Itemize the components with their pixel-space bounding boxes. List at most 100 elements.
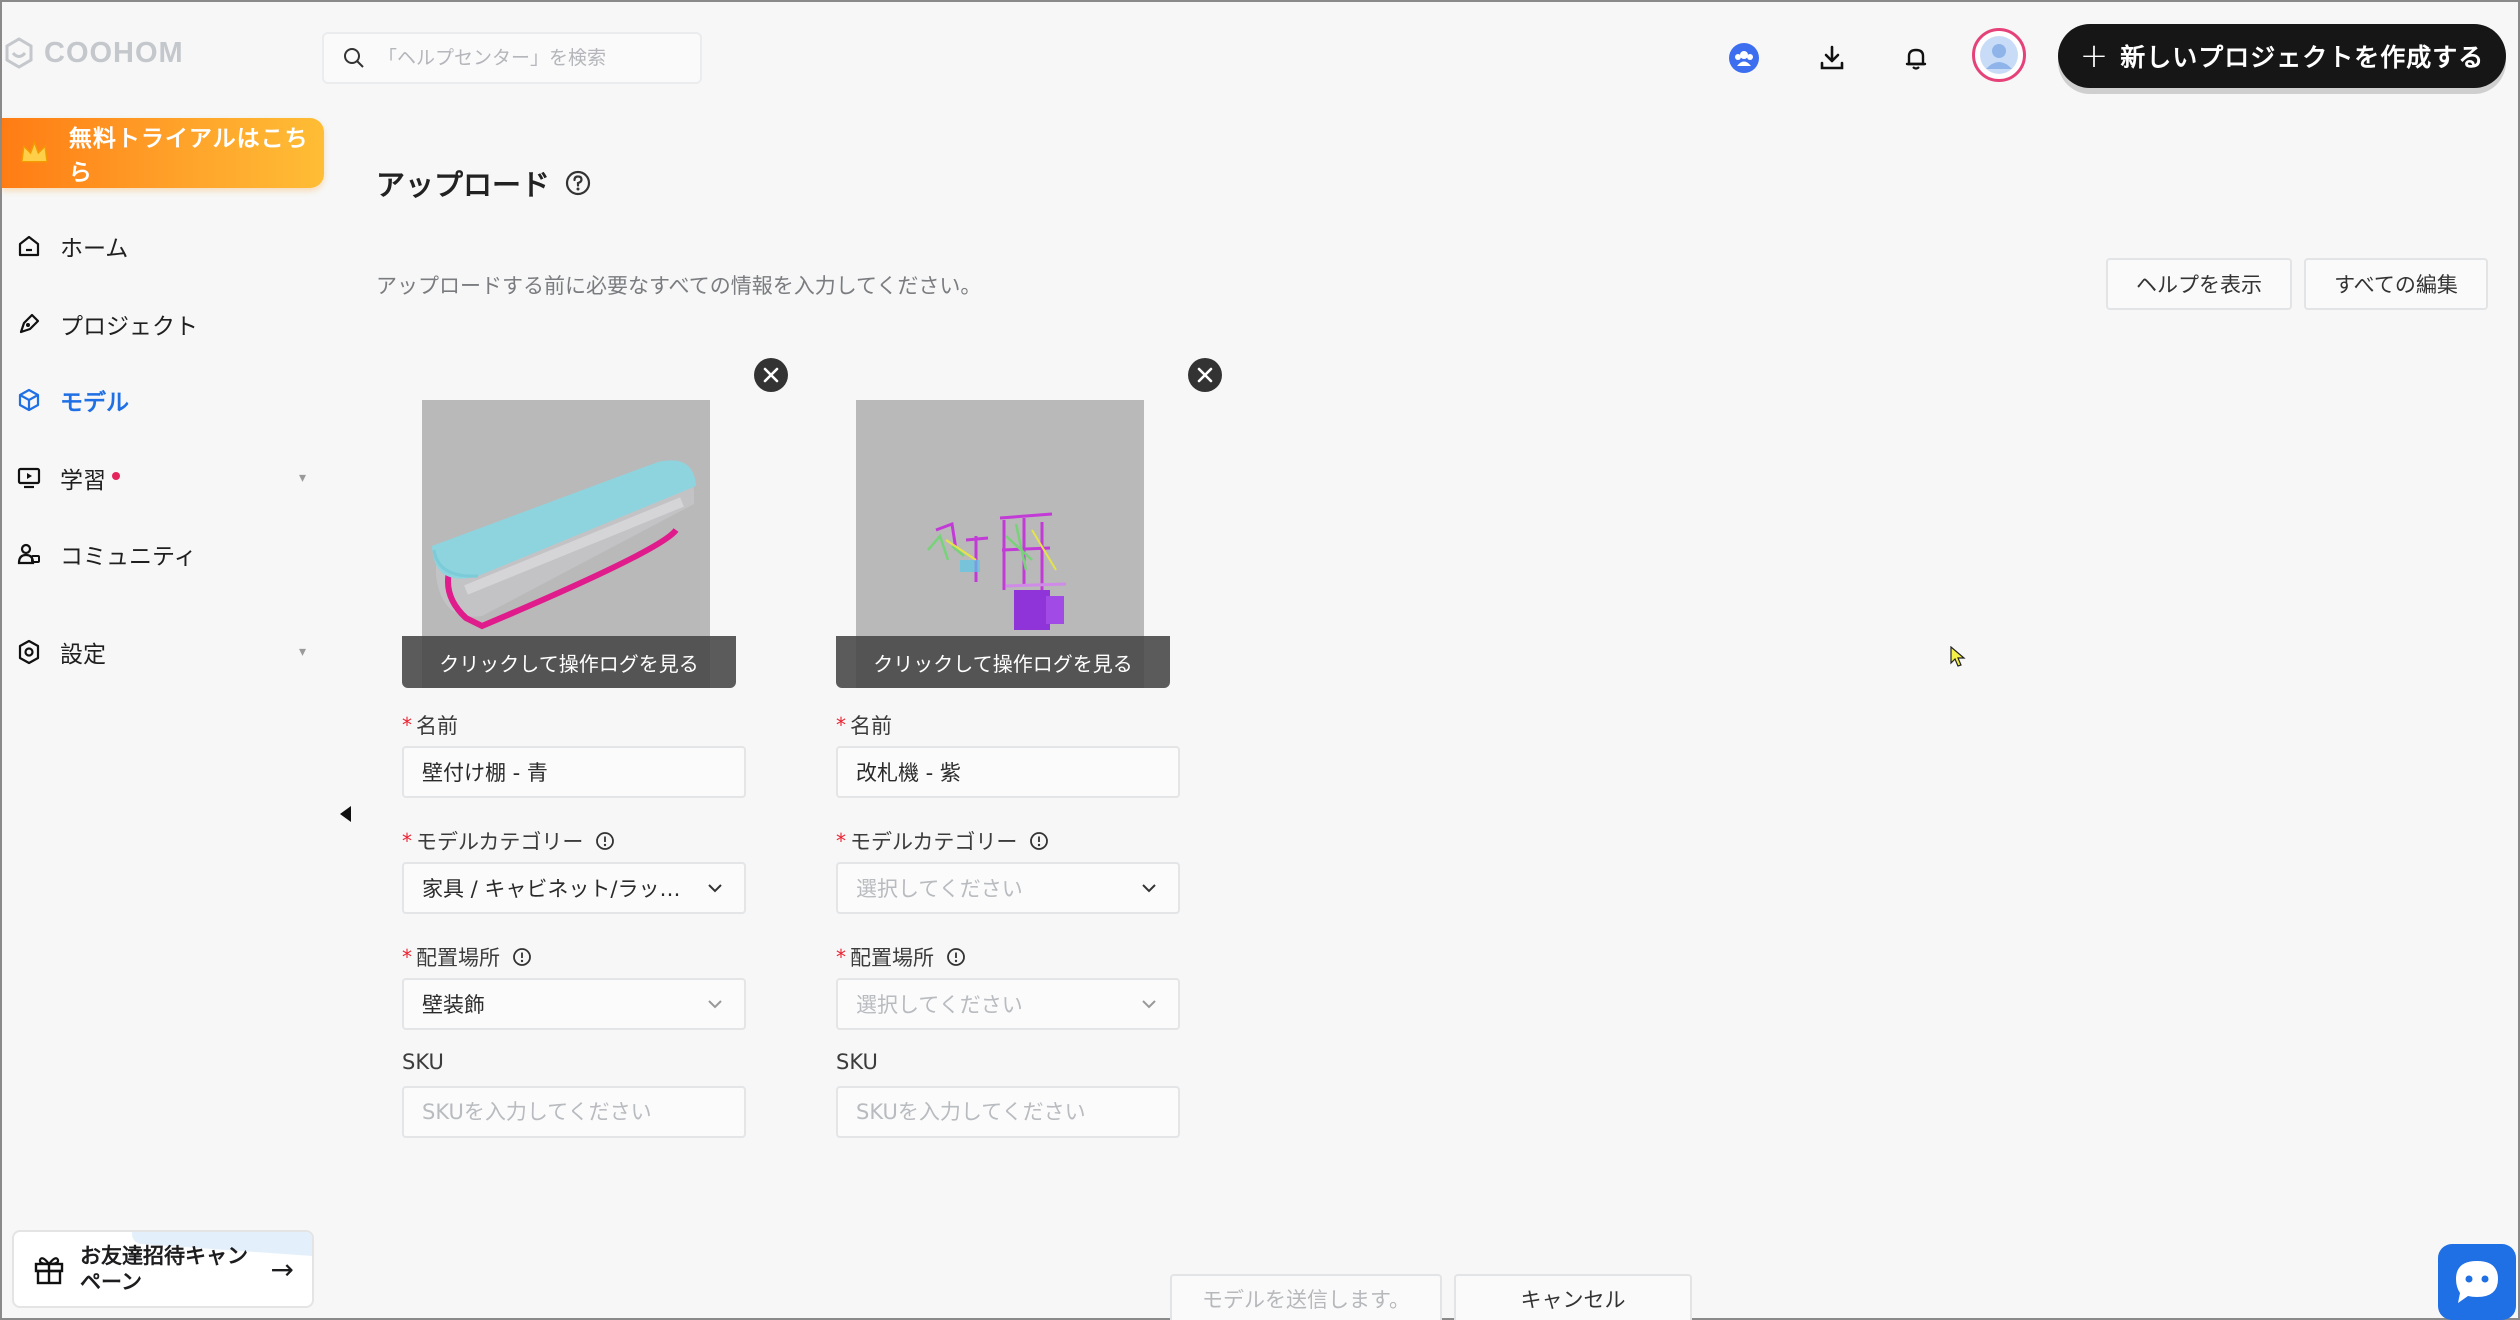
- edit-all-button[interactable]: すべての編集: [2304, 258, 2488, 310]
- name-field[interactable]: [836, 746, 1180, 798]
- chevron-down-icon: ▾: [298, 470, 306, 486]
- required-asterisk: *: [402, 713, 412, 737]
- sidebar-item-settings[interactable]: 設定 ▾: [16, 630, 306, 674]
- location-label: * 配置場所: [836, 942, 966, 972]
- community-icon: [17, 543, 40, 565]
- name-label-text: 名前: [416, 714, 458, 738]
- location-value: 壁装飾: [422, 993, 485, 1017]
- download-button[interactable]: [1812, 38, 1852, 78]
- sku-label: SKU: [836, 1050, 878, 1074]
- category-value: 家具 / キャビネット/ラッ…: [422, 877, 681, 901]
- new-project-label: 新しいプロジェクトを作成する: [2120, 43, 2485, 72]
- crown-icon: [21, 140, 48, 163]
- category-select[interactable]: 選択してください: [836, 862, 1180, 914]
- location-placeholder: 選択してください: [856, 993, 1023, 1017]
- cancel-button[interactable]: キャンセル: [1454, 1274, 1692, 1320]
- name-input[interactable]: [422, 760, 726, 784]
- chat-bubble-icon: [2456, 1261, 2498, 1303]
- avatar[interactable]: [1972, 28, 2026, 82]
- sku-input[interactable]: [422, 1100, 726, 1124]
- team-button[interactable]: [1724, 38, 1764, 78]
- info-icon[interactable]: [512, 947, 532, 967]
- close-icon: [763, 367, 779, 383]
- sidebar-item-label: モデル: [60, 390, 129, 416]
- search-input[interactable]: [378, 47, 698, 69]
- coohom-logo-icon: [5, 37, 33, 69]
- sidebar-item-community[interactable]: コミュニティ: [16, 532, 306, 576]
- chevron-down-icon: [708, 884, 722, 893]
- remove-model-button[interactable]: [1188, 358, 1222, 392]
- learning-icon: [17, 467, 41, 489]
- invite-label: お友達招待キャンペーン: [80, 1243, 248, 1294]
- help-search[interactable]: [322, 32, 702, 84]
- chevron-down-icon: [1142, 1000, 1156, 1009]
- info-icon[interactable]: [946, 947, 966, 967]
- settings-icon: [18, 639, 40, 665]
- location-select[interactable]: 壁装飾: [402, 978, 746, 1030]
- help-circle-icon[interactable]: [564, 169, 592, 197]
- free-trial-label: 無料トライアルはこちら: [68, 126, 309, 186]
- category-label: * モデルカテゴリー: [402, 826, 615, 856]
- sidebar-item-label: プロジェクト: [60, 314, 198, 340]
- cube-icon: [18, 388, 40, 412]
- sku-label-text: SKU: [836, 1050, 878, 1074]
- sidebar-item-home[interactable]: ホーム: [16, 224, 306, 268]
- sidebar-item-models[interactable]: モデル: [16, 378, 306, 422]
- notifications-button[interactable]: [1896, 38, 1936, 78]
- collapse-sidebar-button[interactable]: [340, 806, 351, 822]
- chevron-down-icon: ▾: [298, 644, 306, 660]
- name-label-text: 名前: [850, 714, 892, 738]
- category-select[interactable]: 家具 / キャビネット/ラッ…: [402, 862, 746, 914]
- sku-input[interactable]: [856, 1100, 1160, 1124]
- info-icon[interactable]: [595, 831, 615, 851]
- model-card: クリックして操作ログを見る * 名前 * モデルカテゴリー 家具 / キャビネッ…: [402, 358, 788, 1138]
- name-input[interactable]: [856, 760, 1160, 784]
- sidebar-item-learning[interactable]: 学習 ▾: [16, 456, 306, 500]
- name-field[interactable]: [402, 746, 746, 798]
- sidebar-item-label: ホーム: [60, 236, 129, 262]
- category-placeholder: 選択してください: [856, 877, 1023, 901]
- new-project-button[interactable]: + 新しいプロジェクトを作成する: [2058, 24, 2506, 88]
- chat-support-button[interactable]: [2438, 1244, 2516, 1320]
- arrow-right-icon: →: [270, 1252, 294, 1286]
- location-select[interactable]: 選択してください: [836, 978, 1180, 1030]
- required-asterisk: *: [402, 829, 412, 853]
- notification-dot: [112, 472, 120, 480]
- download-icon: [1820, 45, 1844, 70]
- required-asterisk: *: [836, 945, 846, 969]
- name-label: * 名前: [836, 710, 892, 740]
- info-icon[interactable]: [1029, 831, 1049, 851]
- sidebar-item-label: コミュニティ: [60, 544, 197, 570]
- sidebar-item-label: 学習: [60, 468, 106, 494]
- sku-field[interactable]: [836, 1086, 1180, 1138]
- project-icon: [19, 313, 40, 334]
- app-window: COOHOM 「ヘルプセンター」を検索 + 新しいプロジェクトを作成する 無料ト…: [0, 0, 2520, 1320]
- category-label-text: モデルカテゴリー: [850, 830, 1018, 854]
- location-label-text: 配置場所: [416, 946, 500, 970]
- required-asterisk: *: [836, 829, 846, 853]
- name-label: * 名前: [402, 710, 458, 740]
- remove-model-button[interactable]: [754, 358, 788, 392]
- view-operation-log-button[interactable]: クリックして操作ログを見る: [836, 636, 1170, 688]
- sidebar-item-label: 設定: [60, 642, 106, 668]
- chevron-down-icon: [1142, 884, 1156, 893]
- invite-campaign-banner[interactable]: お友達招待キャンペーン →: [12, 1230, 314, 1308]
- required-asterisk: *: [402, 945, 412, 969]
- location-label: * 配置場所: [402, 942, 532, 972]
- mouse-cursor-icon: [1950, 646, 1966, 667]
- show-help-button[interactable]: ヘルプを表示: [2106, 258, 2292, 310]
- logo-text: COOHOM: [44, 36, 184, 69]
- model-card: クリックして操作ログを見る * 名前 * モデルカテゴリー 選択してください *: [836, 358, 1222, 1138]
- close-icon: [1197, 367, 1213, 383]
- sidebar-item-projects[interactable]: プロジェクト: [16, 302, 306, 346]
- submit-models-button[interactable]: モデルを送信します。: [1170, 1274, 1442, 1320]
- required-asterisk: *: [836, 713, 846, 737]
- view-operation-log-button[interactable]: クリックして操作ログを見る: [402, 636, 736, 688]
- plus-icon: +: [2079, 36, 2109, 76]
- category-label: * モデルカテゴリー: [836, 826, 1049, 856]
- team-icon: [1729, 43, 1759, 73]
- page-title-row: アップロード: [376, 162, 592, 204]
- logo[interactable]: COOHOM: [2, 36, 184, 70]
- sku-field[interactable]: [402, 1086, 746, 1138]
- free-trial-button[interactable]: 無料トライアルはこちら: [2, 118, 324, 188]
